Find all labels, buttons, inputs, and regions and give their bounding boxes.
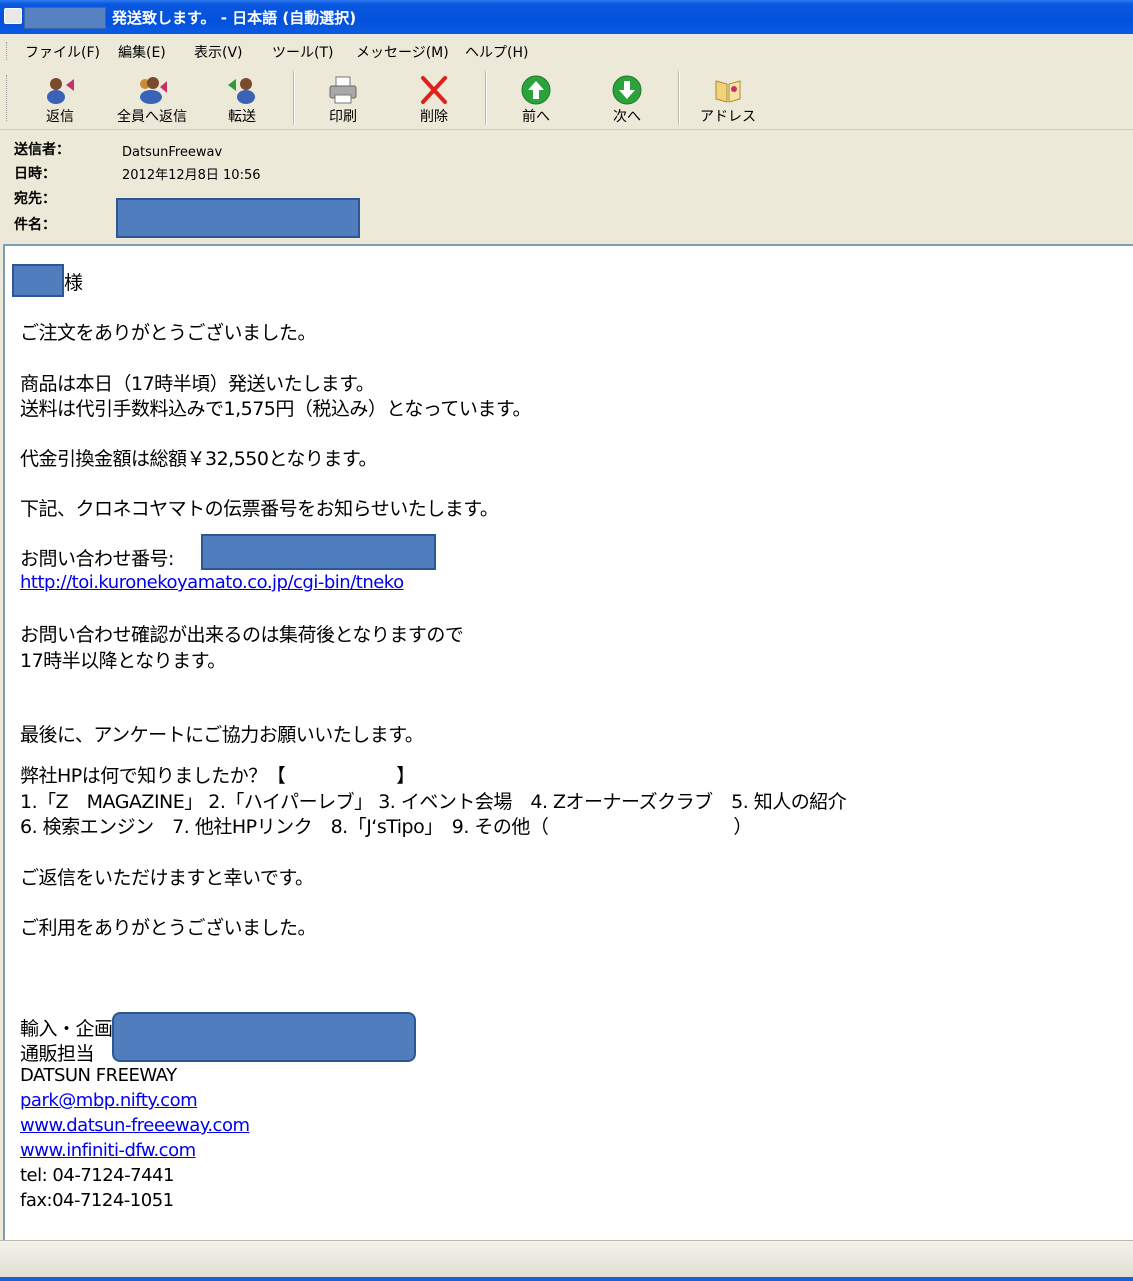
forward-label: 転送 xyxy=(228,109,256,125)
next-button[interactable]: 次へ xyxy=(589,67,665,129)
toolbar-grip xyxy=(6,75,9,121)
address-label: アドレス xyxy=(700,109,756,125)
forward-button[interactable]: 転送 xyxy=(204,67,280,129)
body-line: 最後に、アンケートにご協力お願いいたします。 xyxy=(20,724,424,746)
menu-edit[interactable]: 編集(E) xyxy=(118,42,166,62)
signature-web-link[interactable]: www.infiniti-dfw.com xyxy=(20,1140,196,1161)
tracking-link[interactable]: http://toi.kuronekoyamato.co.jp/cgi-bin/… xyxy=(20,572,404,593)
reply-all-icon xyxy=(140,77,167,104)
body-line: 代金引換金額は総額￥32,550となります。 xyxy=(20,448,378,470)
window-title: 発送致します。 - 日本語 (自動選択) xyxy=(112,9,357,27)
toolbar-separator xyxy=(293,71,295,125)
signature-web-link[interactable]: www.datsun-freeeway.com xyxy=(20,1115,250,1136)
signature-tel: tel: 04-7124-7441 xyxy=(20,1165,174,1186)
address-book-icon xyxy=(715,80,741,103)
message-header: 送信者： 日時： 宛先： 件名： DatsunFreewav 2012年12月8… xyxy=(0,130,1133,242)
forward-icon xyxy=(228,78,255,104)
address-button[interactable]: アドレス xyxy=(690,67,766,129)
signature-line: 輸入・企画 xyxy=(20,1018,113,1040)
toolbar-separator xyxy=(678,71,680,125)
redacted-block xyxy=(24,7,106,29)
down-arrow-icon xyxy=(612,75,642,105)
print-label: 印刷 xyxy=(329,109,357,125)
prev-label: 前へ xyxy=(522,109,550,125)
prev-button[interactable]: 前へ xyxy=(498,67,574,129)
menu-grip xyxy=(6,42,9,60)
body-line: ご注文をありがとうございました。 xyxy=(20,322,317,344)
menu-help[interactable]: ヘルプ(H) xyxy=(465,42,528,62)
signature-company: DATSUN FREEWAY xyxy=(20,1065,177,1086)
redacted-block xyxy=(116,198,360,238)
body-line: 商品は本日（17時半頃）発送いたします。 xyxy=(20,373,375,395)
body-line: 下記、クロネコヤマトの伝票番号をお知らせいたします。 xyxy=(20,498,499,520)
menu-file[interactable]: ファイル(F) xyxy=(25,42,100,62)
next-label: 次へ xyxy=(613,109,641,125)
signature-line: 通販担当 xyxy=(20,1043,95,1065)
mail-icon xyxy=(4,8,22,24)
toolbar: 返信 全員へ返信 転送 印刷 削除 前へ 次へ アドレス xyxy=(0,67,1133,130)
redacted-block xyxy=(112,1012,416,1062)
body-line: 17時半以降となります。 xyxy=(20,650,226,672)
taskbar-edge xyxy=(0,1277,1133,1281)
from-value: DatsunFreewav xyxy=(122,145,223,160)
toolbar-separator xyxy=(485,71,487,125)
signature-email-link[interactable]: park@mbp.nifty.com xyxy=(20,1090,198,1111)
survey-question: 弊社HPは何で知りましたか？【 】 xyxy=(20,765,415,787)
delete-icon xyxy=(421,76,447,104)
status-bar xyxy=(0,1240,1133,1281)
up-arrow-icon xyxy=(521,75,551,105)
delete-button[interactable]: 削除 xyxy=(396,67,472,129)
menu-view[interactable]: 表示(V) xyxy=(194,42,243,62)
body-line: お問い合わせ確認が出来るのは集荷後となりますので xyxy=(20,624,464,646)
survey-options: 1.「Z MAGAZINE」 2.「ハイパーレブ」 3. イベント会場 4. Z… xyxy=(20,791,847,813)
menu-bar: ファイル(F) 編集(E) 表示(V) ツール(T) メッセージ(M) ヘルプ(… xyxy=(0,34,1133,68)
signature-fax: fax:04-7124-1051 xyxy=(20,1190,174,1211)
survey-options: 6. 検索エンジン 7. 他社HPリンク 8.「J‘sTipo」 9. その他（… xyxy=(20,816,752,838)
title-bar: 発送致します。 - 日本語 (自動選択) xyxy=(0,0,1133,34)
print-button[interactable]: 印刷 xyxy=(305,67,381,129)
redacted-block xyxy=(12,264,64,297)
redacted-block xyxy=(201,534,436,570)
from-label: 送信者： xyxy=(14,142,70,158)
printer-icon xyxy=(329,76,357,104)
reply-icon xyxy=(47,78,74,104)
date-label: 日時： xyxy=(14,166,56,182)
message-body: 様 ご注文をありがとうございました。 商品は本日（17時半頃）発送いたします。 … xyxy=(3,244,1133,1240)
date-value: 2012年12月8日 10:56 xyxy=(122,168,261,183)
subject-label: 件名： xyxy=(14,217,56,233)
body-line: ご利用をありがとうございました。 xyxy=(20,917,317,939)
reply-button[interactable]: 返信 xyxy=(22,67,98,129)
tracking-number-label: お問い合わせ番号: xyxy=(20,548,174,570)
to-label: 宛先： xyxy=(14,191,56,207)
reply-label: 返信 xyxy=(46,109,74,125)
menu-message[interactable]: メッセージ(M) xyxy=(356,42,449,62)
salutation: 様 xyxy=(64,272,83,294)
body-line: 送料は代引手数料込みで1,575円（税込み）となっています。 xyxy=(20,398,531,420)
reply-all-label: 全員へ返信 xyxy=(117,109,187,125)
body-line: ご返信をいただけますと幸いです。 xyxy=(20,867,314,889)
delete-label: 削除 xyxy=(420,109,448,125)
reply-all-button[interactable]: 全員へ返信 xyxy=(108,67,196,129)
menu-tools[interactable]: ツール(T) xyxy=(272,42,333,62)
